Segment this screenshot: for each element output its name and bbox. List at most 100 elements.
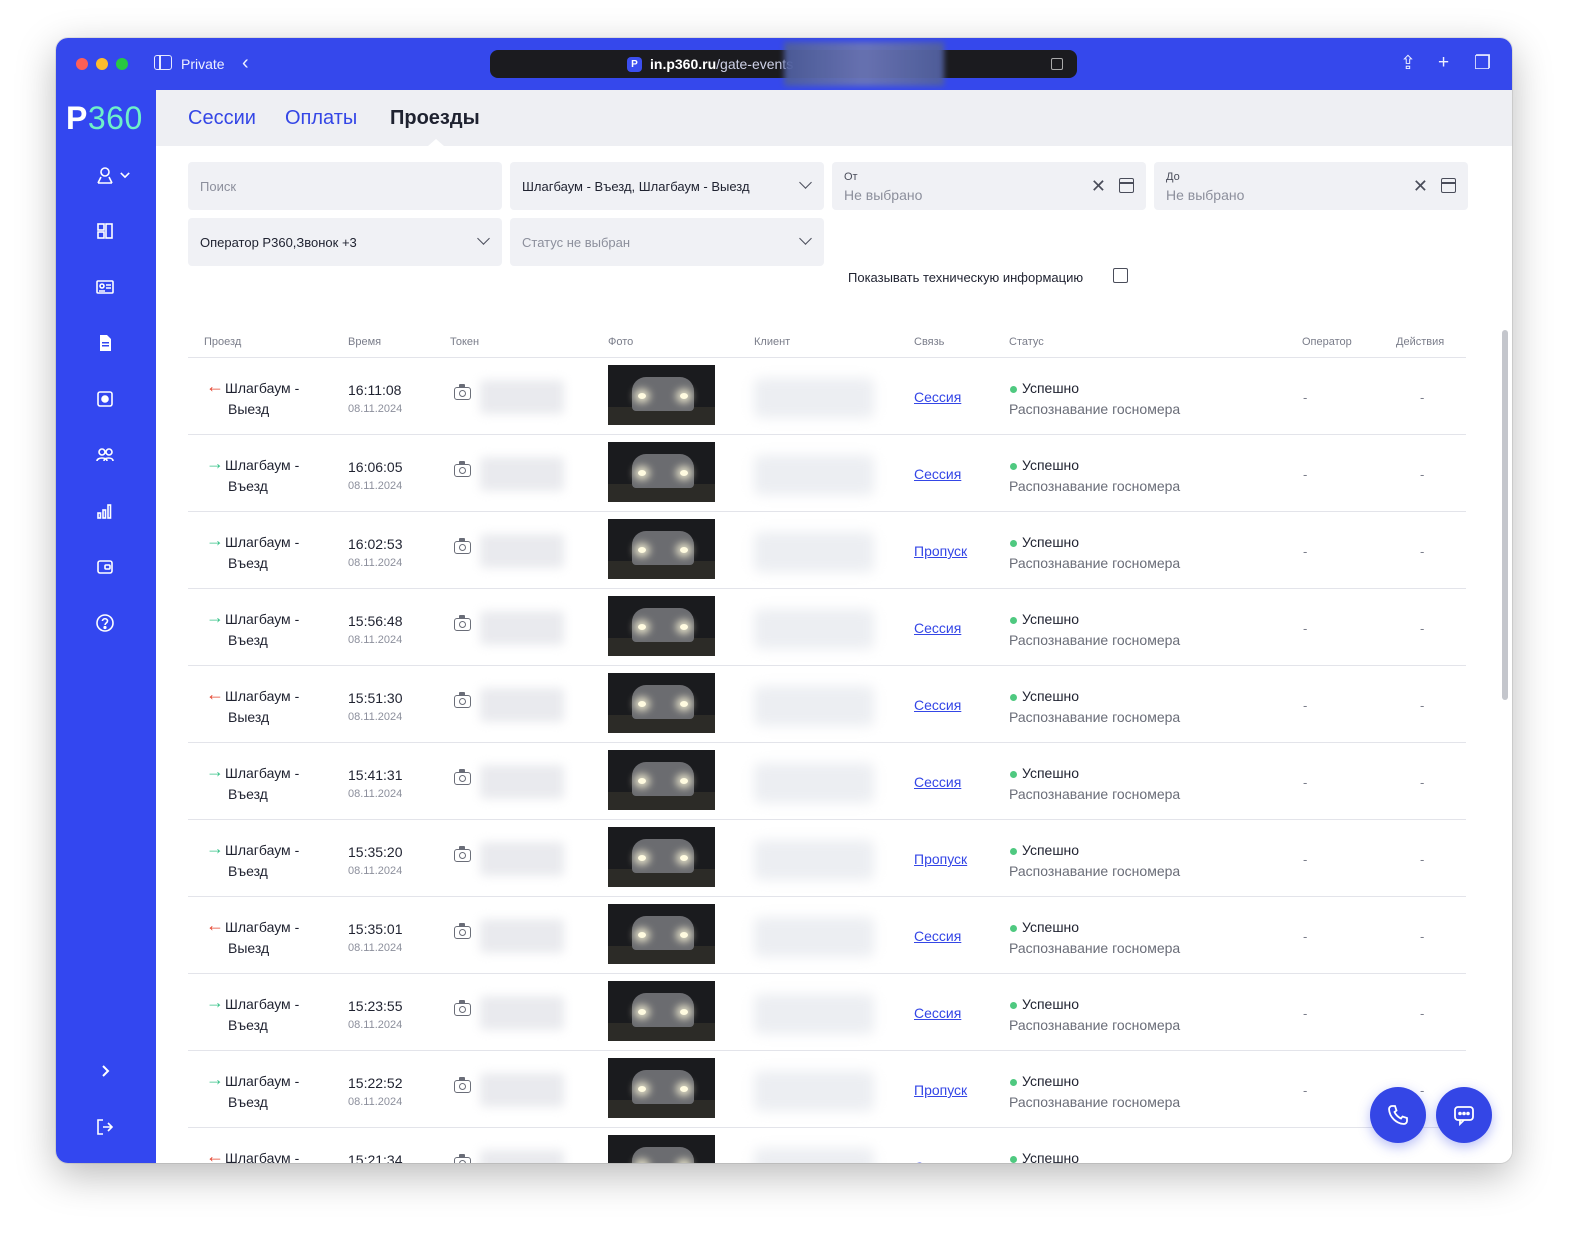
camera-icon[interactable]	[454, 538, 471, 554]
status-select[interactable]: Статус не выбран	[510, 218, 824, 266]
status-dot-icon	[1010, 540, 1017, 547]
gates-select[interactable]: Шлагбаум - Въезд, Шлагбаум - Выезд	[510, 162, 824, 210]
date-to-field[interactable]: До Не выбрано ✕	[1154, 162, 1468, 210]
actions-value: -	[1420, 544, 1425, 559]
table-row[interactable]: → Шлагбаум - Въезд 16:02:53 08.11.2024 П…	[188, 512, 1466, 589]
gate-name-line2: Въезд	[228, 786, 268, 802]
camera-icon[interactable]	[454, 384, 471, 400]
redacted-client	[754, 763, 874, 803]
vehicle-photo[interactable]	[608, 442, 715, 502]
chevron-down-icon[interactable]	[118, 164, 132, 186]
relation-link[interactable]: Сессия	[914, 466, 961, 482]
gate-name-line1: Шлагбаум -	[225, 1073, 300, 1089]
camera-icon[interactable]	[454, 692, 471, 708]
relation-link[interactable]: Сессия	[914, 389, 961, 405]
sidebar-toggle-icon[interactable]	[154, 55, 172, 70]
tech-info-checkbox[interactable]	[1113, 268, 1128, 283]
date-from-field[interactable]: От Не выбрано ✕	[832, 162, 1146, 210]
calendar-icon[interactable]	[1119, 178, 1134, 193]
document-icon[interactable]	[94, 332, 116, 354]
clear-icon[interactable]: ✕	[1413, 176, 1428, 197]
close-window-button[interactable]	[76, 58, 88, 70]
clear-icon[interactable]: ✕	[1091, 176, 1106, 197]
logout-icon[interactable]	[94, 1116, 116, 1138]
vehicle-photo[interactable]	[608, 519, 715, 579]
call-button[interactable]	[1370, 1087, 1426, 1143]
search-input[interactable]: Поиск	[188, 162, 502, 210]
operator-value: -	[1303, 929, 1308, 944]
id-card-icon[interactable]	[94, 276, 116, 298]
chat-button[interactable]	[1436, 1087, 1492, 1143]
zoom-window-button[interactable]	[116, 58, 128, 70]
camera-icon[interactable]	[454, 461, 471, 477]
table-row[interactable]: ← Шлагбаум - Выезд 15:35:01 08.11.2024 С…	[188, 897, 1466, 974]
camera-icon[interactable]	[454, 1000, 471, 1016]
bar-chart-icon[interactable]	[94, 500, 116, 522]
table-row[interactable]: → Шлагбаум - Въезд 15:23:55 08.11.2024 С…	[188, 974, 1466, 1051]
gate-name-line2: Въезд	[228, 1094, 268, 1110]
camera-icon[interactable]	[454, 846, 471, 862]
redacted-token	[480, 919, 564, 953]
table-row[interactable]: → Шлагбаум - Въезд 15:22:52 08.11.2024 П…	[188, 1051, 1466, 1128]
user-pin-icon[interactable]	[94, 164, 116, 186]
relation-link[interactable]: Пропуск	[914, 543, 967, 559]
redacted-token	[480, 765, 564, 799]
status-dot-icon	[1010, 1002, 1017, 1009]
arrow-right-icon: →	[206, 838, 224, 858]
share-icon[interactable]: ⇪	[1400, 52, 1416, 75]
minimize-window-button[interactable]	[96, 58, 108, 70]
col-passage: Проезд	[204, 336, 242, 348]
tab-payments[interactable]: Оплаты	[285, 107, 357, 130]
settings-box-icon[interactable]	[94, 388, 116, 410]
gate-name-line2: Въезд	[228, 555, 268, 571]
vehicle-photo[interactable]	[608, 904, 715, 964]
table-row[interactable]: ← Шлагбаум - Выезд 16:11:08 08.11.2024 С…	[188, 358, 1466, 435]
vehicle-photo[interactable]	[608, 1058, 715, 1118]
back-icon[interactable]: ‹	[242, 52, 249, 75]
users-icon[interactable]	[94, 444, 116, 466]
camera-icon[interactable]	[454, 769, 471, 785]
gate-name-line1: Шлагбаум -	[225, 842, 300, 858]
layout-icon[interactable]	[94, 220, 116, 242]
calendar-icon[interactable]	[1441, 178, 1456, 193]
relation-link[interactable]: Сессия	[914, 774, 961, 790]
reader-icon[interactable]	[1051, 58, 1063, 70]
vehicle-photo[interactable]	[608, 673, 715, 733]
wallet-icon[interactable]	[94, 556, 116, 578]
table-row[interactable]: ← Шлагбаум - Выезд 15:51:30 08.11.2024 С…	[188, 666, 1466, 743]
vehicle-photo[interactable]	[608, 827, 715, 887]
relation-link[interactable]: Сессия	[914, 928, 961, 944]
vehicle-photo[interactable]	[608, 596, 715, 656]
new-tab-icon[interactable]: +	[1438, 52, 1449, 74]
tab-sessions[interactable]: Сессии	[188, 107, 256, 130]
event-date: 08.11.2024	[348, 403, 403, 415]
vehicle-photo[interactable]	[608, 981, 715, 1041]
vehicle-photo[interactable]	[608, 365, 715, 425]
relation-link[interactable]: Сессия	[914, 697, 961, 713]
chevron-right-icon[interactable]	[94, 1060, 116, 1082]
status-subtext: Распознавание госномера	[1009, 1094, 1181, 1110]
help-icon[interactable]	[94, 612, 116, 634]
operator-select[interactable]: Оператор P360,Звонок +3	[188, 218, 502, 266]
scrollbar[interactable]	[1502, 330, 1508, 700]
p360-logo[interactable]: P360	[66, 100, 143, 137]
relation-link[interactable]: Сессия	[914, 620, 961, 636]
table-row[interactable]: → Шлагбаум - Въезд 16:06:05 08.11.2024 С…	[188, 435, 1466, 512]
table-row[interactable]: ← Шлагбаум - Выезд 15:21:34 08.11.2024 С…	[188, 1128, 1466, 1163]
camera-icon[interactable]	[454, 1077, 471, 1093]
address-bar[interactable]: P in.p360.ru/gate-events	[490, 42, 1077, 86]
vehicle-photo[interactable]	[608, 750, 715, 810]
camera-icon[interactable]	[454, 923, 471, 939]
table-row[interactable]: → Шлагбаум - Въезд 15:35:20 08.11.2024 П…	[188, 820, 1466, 897]
tabs-overview-icon[interactable]: ❐	[1474, 52, 1491, 75]
camera-icon[interactable]	[454, 1154, 471, 1163]
table-row[interactable]: → Шлагбаум - Въезд 15:56:48 08.11.2024 С…	[188, 589, 1466, 666]
vehicle-photo[interactable]	[608, 1135, 715, 1163]
relation-link[interactable]: Сессия	[914, 1159, 961, 1163]
tab-passages[interactable]: Проезды	[390, 107, 480, 130]
relation-link[interactable]: Сессия	[914, 1005, 961, 1021]
table-row[interactable]: → Шлагбаум - Въезд 15:41:31 08.11.2024 С…	[188, 743, 1466, 820]
camera-icon[interactable]	[454, 615, 471, 631]
relation-link[interactable]: Пропуск	[914, 851, 967, 867]
relation-link[interactable]: Пропуск	[914, 1082, 967, 1098]
